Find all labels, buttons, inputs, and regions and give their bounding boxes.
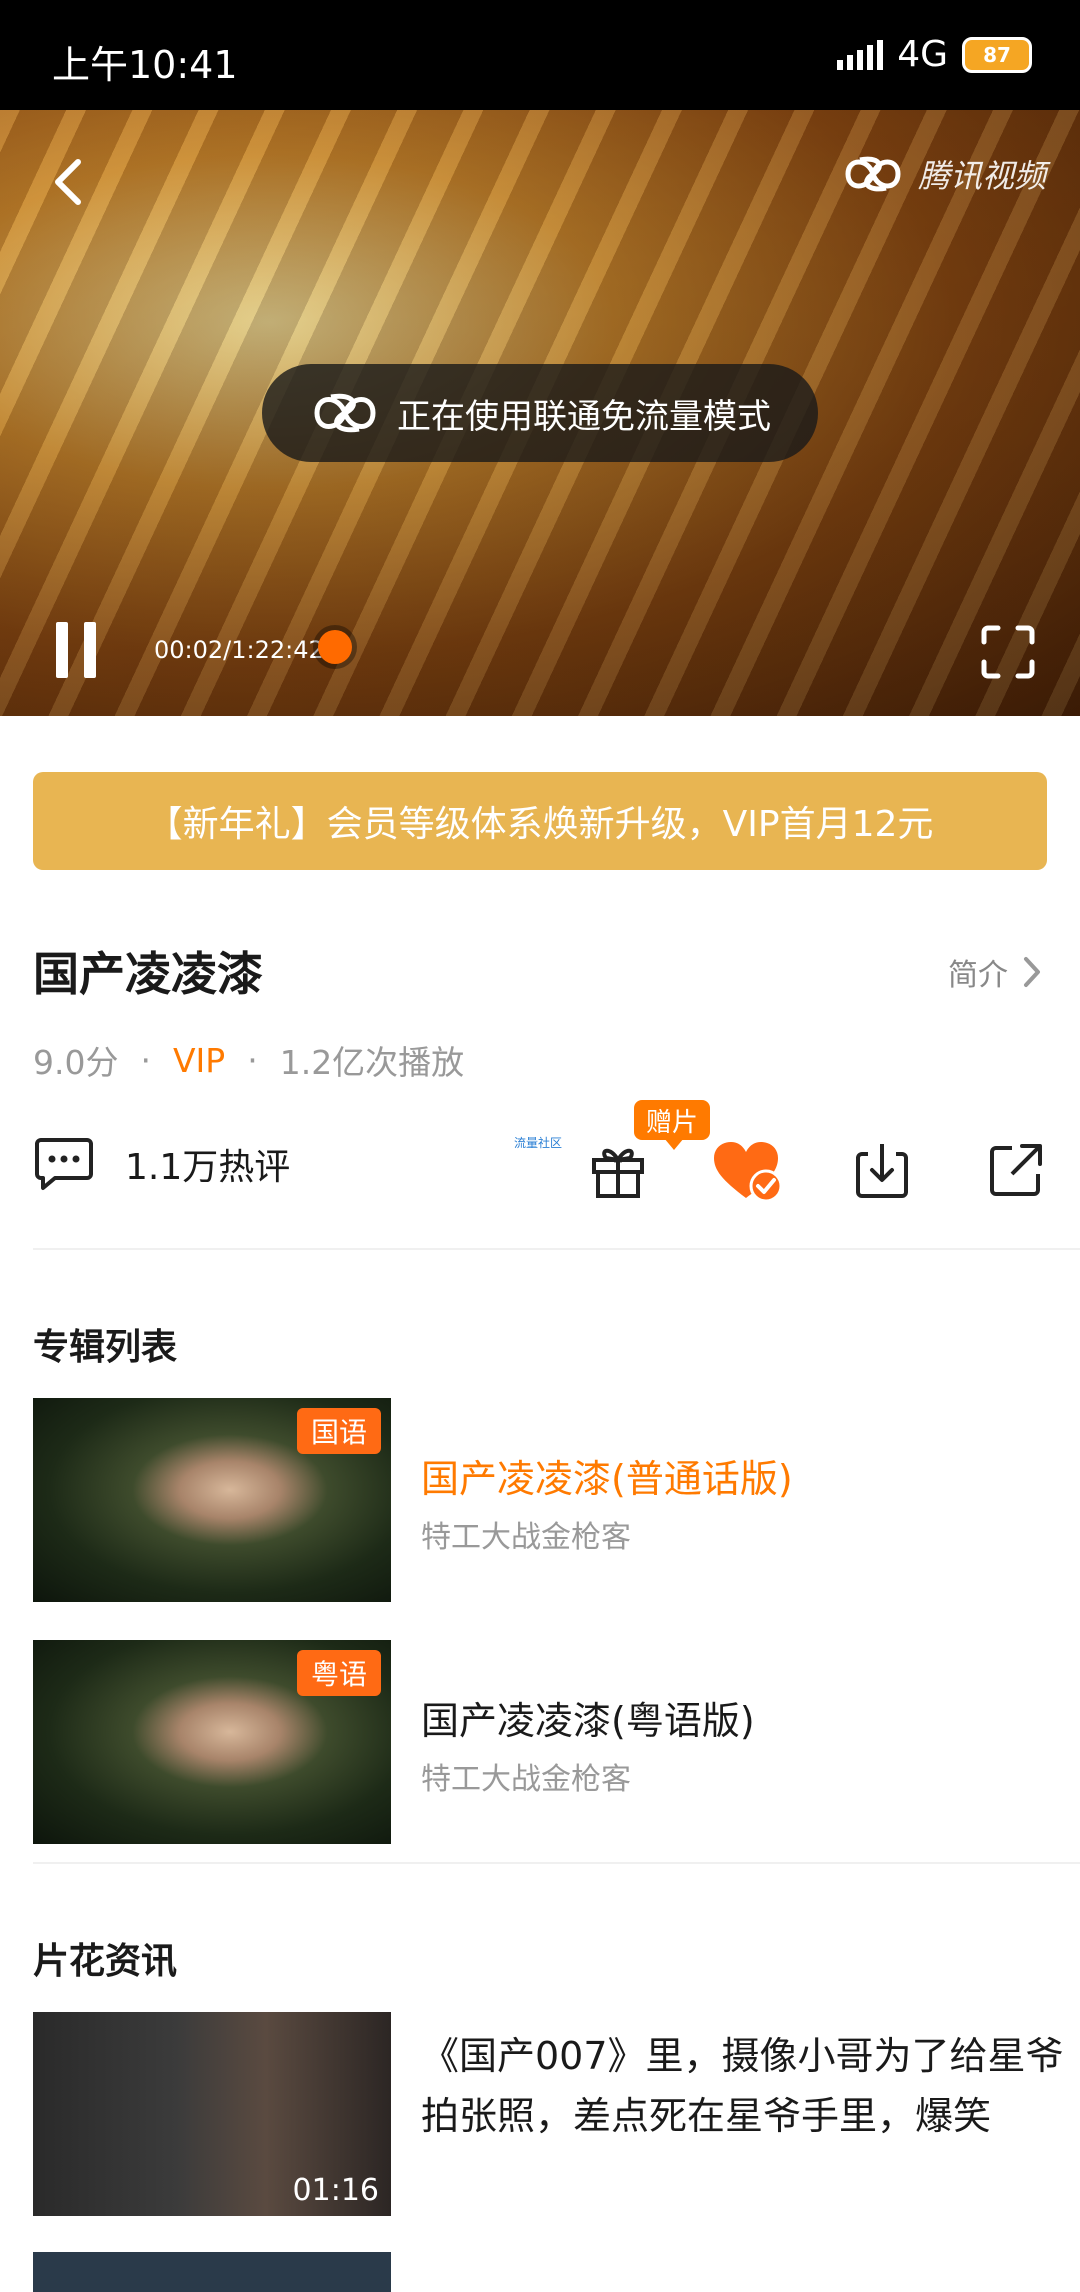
free-data-toast: 正在使用联通免流量模式: [262, 364, 818, 462]
news-title: 《国产007》里，摄像小哥为了给星爷拍张照，差点死在星爷手里，爆笑: [421, 2034, 1064, 2138]
episode-subtitle: 特工大战金枪客: [421, 1762, 631, 1797]
unicom-logo-icon: [845, 156, 901, 192]
intro-label: 简介: [948, 958, 1008, 993]
intro-link[interactable]: 简介: [948, 950, 1042, 994]
download-icon[interactable]: [852, 1140, 912, 1200]
news-thumbnail: 01:16: [33, 2012, 391, 2216]
promo-banner[interactable]: 【新年礼】会员等级体系焕新升级，VIP首月12元: [33, 772, 1047, 870]
divider: [33, 1248, 1080, 1250]
playback-time: 00:02/1:22:42: [154, 636, 324, 664]
comment-count: 1.1万热评: [125, 1147, 291, 1188]
news-item[interactable]: 01:16 《国产007》里，摄像小哥为了给星爷拍张照，差点死在星爷手里，爆笑: [33, 2012, 1080, 2216]
divider: [33, 1862, 1080, 1864]
comments-button[interactable]: 1.1万热评: [33, 1136, 290, 1192]
community-label[interactable]: 流量社区: [514, 1134, 562, 1151]
favorite-icon[interactable]: [712, 1140, 784, 1204]
back-icon[interactable]: [44, 152, 94, 212]
status-bar: 上午10:41 4G 87: [0, 0, 1080, 110]
album-item-cantonese[interactable]: 粤语 国产凌凌漆(粤语版) 特工大战金枪客: [33, 1640, 1080, 1844]
chevron-right-icon: [1024, 957, 1040, 987]
album-item-mandarin[interactable]: 国语 国产凌凌漆(普通话版) 特工大战金枪客: [33, 1398, 1080, 1602]
battery-icon: 87: [962, 36, 1032, 73]
status-time: 上午10:41: [52, 43, 238, 87]
pause-button[interactable]: [56, 622, 106, 678]
episode-thumbnail: 粤语: [33, 1640, 391, 1844]
next-news-thumbnail[interactable]: [33, 2252, 391, 2292]
dot-separator: ·: [140, 1040, 151, 1080]
tencent-video-logo: 腾讯视频: [838, 144, 1046, 204]
news-duration: 01:16: [292, 2173, 379, 2208]
score: 9.0分: [33, 1043, 119, 1082]
comment-icon: [35, 1138, 93, 1190]
video-title: 国产凌凌漆: [33, 947, 263, 1001]
video-player[interactable]: 腾讯视频 正在使用联通免流量模式 00:02/1:22:42: [0, 110, 1080, 716]
toast-text: 正在使用联通免流量模式: [397, 396, 771, 437]
episode-title: 国产凌凌漆(粤语版): [421, 1699, 755, 1743]
language-tag: 粤语: [297, 1650, 381, 1696]
episode-subtitle: 特工大战金枪客: [421, 1520, 631, 1555]
logo-text: 腾讯视频: [917, 157, 1046, 195]
gift-icon[interactable]: [588, 1140, 648, 1200]
signal-icon: [837, 39, 884, 70]
dot-separator: ·: [247, 1040, 258, 1080]
episode-title: 国产凌凌漆(普通话版): [421, 1457, 793, 1501]
fullscreen-icon[interactable]: [980, 624, 1036, 680]
progress-handle[interactable]: [318, 630, 352, 664]
album-section-title: 专辑列表: [33, 1327, 178, 1368]
unicom-knot-icon: [314, 393, 376, 433]
episode-thumbnail: 国语: [33, 1398, 391, 1602]
battery-level: 87: [983, 42, 1011, 67]
promo-banner-text: 【新年礼】会员等级体系焕新升级，VIP首月12元: [146, 804, 934, 845]
gift-badge: 赠片: [634, 1100, 711, 1150]
share-icon[interactable]: [986, 1140, 1046, 1200]
vip-badge: VIP: [172, 1040, 226, 1080]
status-icons: 4G 87: [837, 34, 1032, 75]
play-count: 1.2亿次播放: [279, 1043, 465, 1082]
language-tag: 国语: [297, 1408, 381, 1454]
video-meta: 9.0分 · VIP · 1.2亿次播放: [33, 1036, 464, 1084]
news-section-title: 片花资讯: [33, 1941, 178, 1982]
network-label: 4G: [897, 34, 948, 75]
